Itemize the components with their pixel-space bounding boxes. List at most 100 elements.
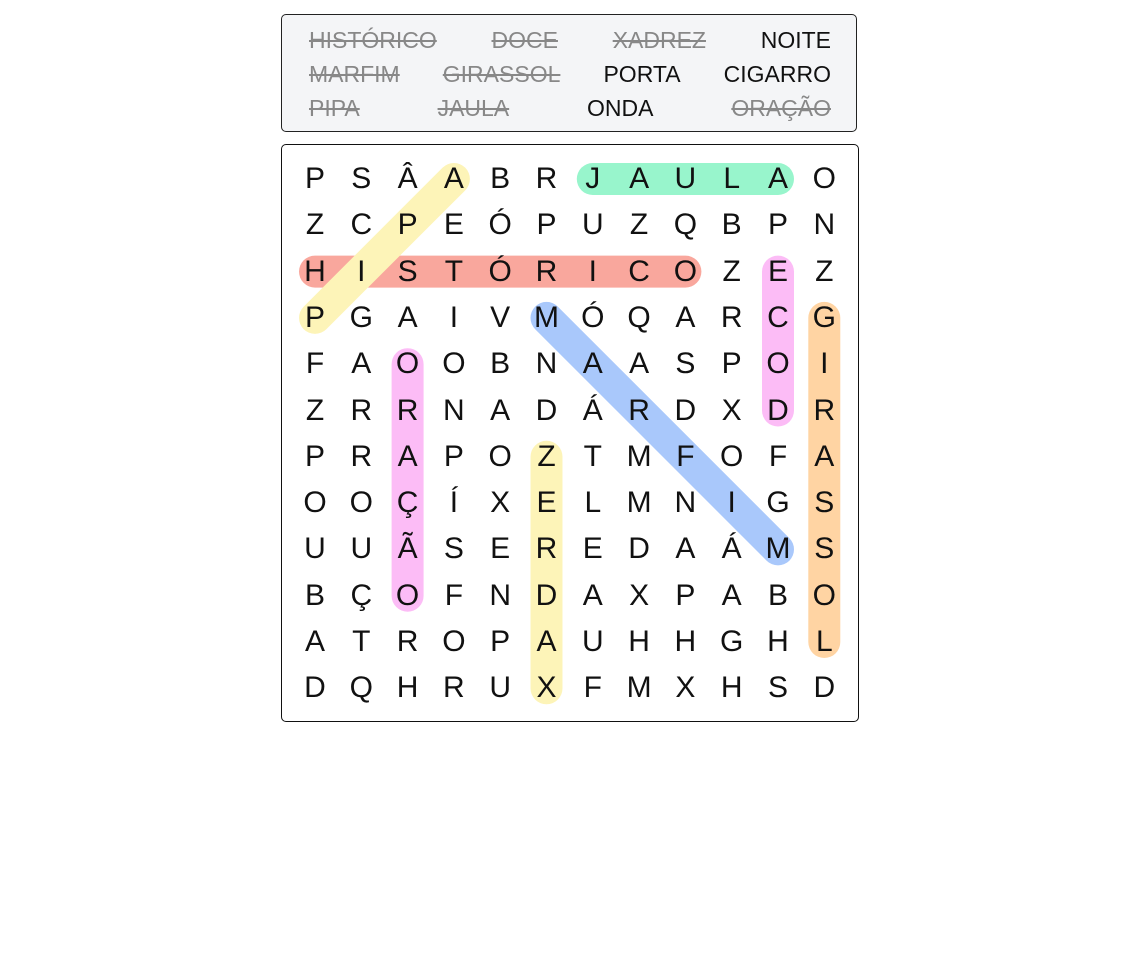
grid-cell[interactable]: C: [755, 295, 801, 341]
grid-cell[interactable]: A: [292, 619, 338, 665]
grid-cell[interactable]: N: [524, 341, 570, 387]
grid-cell[interactable]: P: [709, 341, 755, 387]
grid-cell[interactable]: U: [570, 202, 616, 248]
grid-cell[interactable]: O: [431, 341, 477, 387]
grid-cell[interactable]: H: [755, 619, 801, 665]
grid-cell[interactable]: Q: [338, 665, 384, 711]
grid-cell[interactable]: O: [755, 341, 801, 387]
grid-cell[interactable]: A: [709, 573, 755, 619]
grid-cell[interactable]: B: [755, 573, 801, 619]
grid-cell[interactable]: I: [570, 249, 616, 295]
grid-cell[interactable]: X: [524, 665, 570, 711]
grid-cell[interactable]: A: [616, 156, 662, 202]
grid-cell[interactable]: B: [709, 202, 755, 248]
grid-cell[interactable]: P: [385, 202, 431, 248]
grid-cell[interactable]: R: [801, 388, 847, 434]
grid-cell[interactable]: U: [477, 665, 523, 711]
grid-cell[interactable]: U: [292, 526, 338, 572]
grid-cell[interactable]: A: [616, 341, 662, 387]
grid-cell[interactable]: Z: [292, 388, 338, 434]
grid-cell[interactable]: D: [801, 665, 847, 711]
grid-cell[interactable]: R: [709, 295, 755, 341]
grid-cell[interactable]: M: [616, 434, 662, 480]
grid-cell[interactable]: P: [662, 573, 708, 619]
grid-cell[interactable]: D: [662, 388, 708, 434]
grid-cell[interactable]: I: [801, 341, 847, 387]
grid-cell[interactable]: P: [292, 295, 338, 341]
grid-cell[interactable]: R: [616, 388, 662, 434]
grid-cell[interactable]: Á: [570, 388, 616, 434]
grid-cell[interactable]: E: [524, 480, 570, 526]
grid-cell[interactable]: F: [292, 341, 338, 387]
grid-cell[interactable]: A: [570, 341, 616, 387]
grid-cell[interactable]: M: [524, 295, 570, 341]
grid-cell[interactable]: R: [524, 156, 570, 202]
grid-cell[interactable]: P: [431, 434, 477, 480]
grid-cell[interactable]: Ç: [338, 573, 384, 619]
grid-cell[interactable]: T: [338, 619, 384, 665]
grid-cell[interactable]: D: [524, 388, 570, 434]
grid-cell[interactable]: T: [431, 249, 477, 295]
grid-cell[interactable]: E: [431, 202, 477, 248]
grid-cell[interactable]: Í: [431, 480, 477, 526]
grid-cell[interactable]: R: [385, 388, 431, 434]
grid-cell[interactable]: A: [431, 156, 477, 202]
grid-cell[interactable]: Ã: [385, 526, 431, 572]
grid-cell[interactable]: L: [801, 619, 847, 665]
grid-cell[interactable]: A: [570, 573, 616, 619]
grid-cell[interactable]: Z: [292, 202, 338, 248]
grid-cell[interactable]: S: [431, 526, 477, 572]
grid-cell[interactable]: H: [662, 619, 708, 665]
grid-cell[interactable]: X: [709, 388, 755, 434]
grid-cell[interactable]: P: [755, 202, 801, 248]
grid-cell[interactable]: C: [616, 249, 662, 295]
grid-cell[interactable]: L: [709, 156, 755, 202]
grid-cell[interactable]: O: [385, 341, 431, 387]
grid-cell[interactable]: B: [292, 573, 338, 619]
grid-cell[interactable]: I: [338, 249, 384, 295]
grid-cell[interactable]: I: [709, 480, 755, 526]
grid-cell[interactable]: G: [801, 295, 847, 341]
grid-cell[interactable]: D: [292, 665, 338, 711]
grid-cell[interactable]: E: [477, 526, 523, 572]
grid-cell[interactable]: A: [524, 619, 570, 665]
grid-cell[interactable]: A: [338, 341, 384, 387]
grid-cell[interactable]: A: [662, 526, 708, 572]
grid-cell[interactable]: O: [709, 434, 755, 480]
grid-cell[interactable]: Z: [709, 249, 755, 295]
grid-cell[interactable]: S: [755, 665, 801, 711]
grid-cell[interactable]: Q: [616, 295, 662, 341]
grid-cell[interactable]: S: [662, 341, 708, 387]
grid-cell[interactable]: D: [524, 573, 570, 619]
grid-cell[interactable]: I: [431, 295, 477, 341]
grid-cell[interactable]: P: [292, 434, 338, 480]
grid-cell[interactable]: Ó: [570, 295, 616, 341]
grid-cell[interactable]: T: [570, 434, 616, 480]
grid-cell[interactable]: H: [292, 249, 338, 295]
grid-cell[interactable]: O: [431, 619, 477, 665]
grid-cell[interactable]: S: [801, 480, 847, 526]
grid-cell[interactable]: Á: [709, 526, 755, 572]
grid-cell[interactable]: U: [338, 526, 384, 572]
grid-cell[interactable]: O: [801, 156, 847, 202]
grid-cell[interactable]: A: [801, 434, 847, 480]
grid-cell[interactable]: N: [801, 202, 847, 248]
grid-cell[interactable]: A: [385, 434, 431, 480]
grid-cell[interactable]: N: [662, 480, 708, 526]
grid-cell[interactable]: Ó: [477, 202, 523, 248]
grid-cell[interactable]: G: [755, 480, 801, 526]
grid-cell[interactable]: H: [709, 665, 755, 711]
grid-cell[interactable]: U: [570, 619, 616, 665]
grid-cell[interactable]: H: [385, 665, 431, 711]
grid-cell[interactable]: A: [385, 295, 431, 341]
grid-cell[interactable]: Â: [385, 156, 431, 202]
grid-cell[interactable]: D: [616, 526, 662, 572]
grid-cell[interactable]: N: [477, 573, 523, 619]
grid-cell[interactable]: C: [338, 202, 384, 248]
grid-cell[interactable]: F: [755, 434, 801, 480]
grid-cell[interactable]: Z: [524, 434, 570, 480]
grid-cell[interactable]: S: [338, 156, 384, 202]
grid-cell[interactable]: Ç: [385, 480, 431, 526]
grid-cell[interactable]: E: [755, 249, 801, 295]
grid-cell[interactable]: F: [662, 434, 708, 480]
